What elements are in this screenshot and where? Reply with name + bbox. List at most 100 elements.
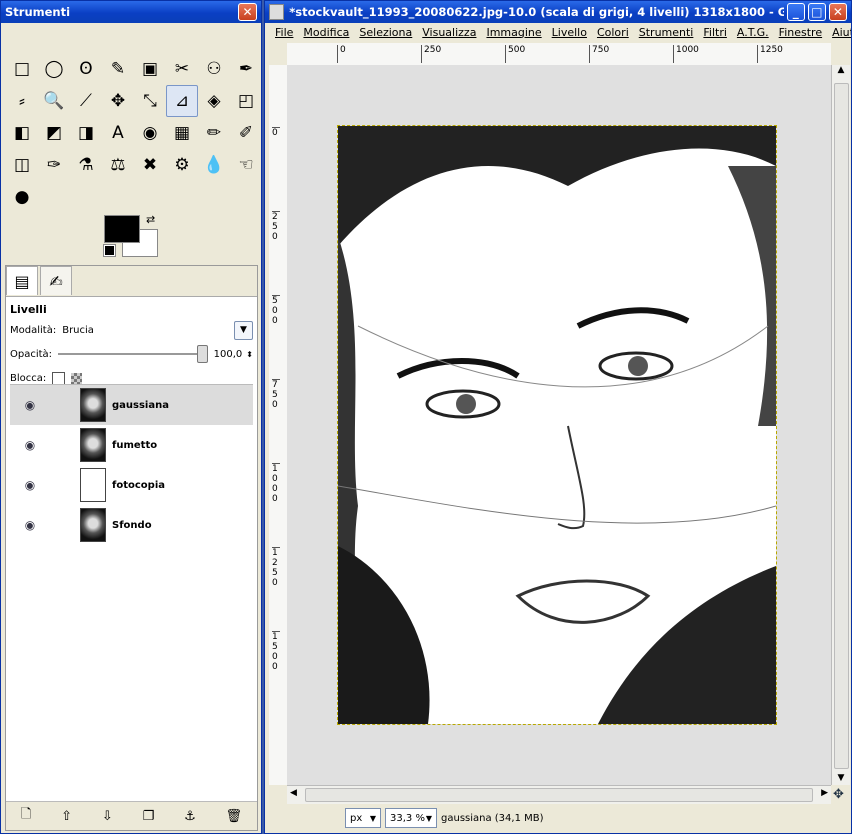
tool-5-icon[interactable]: ✂ [166, 53, 198, 85]
tab-layers[interactable]: ▤ [6, 266, 38, 295]
scroll-up-icon[interactable]: ▲ [832, 65, 850, 75]
menu-colori[interactable]: Colori [597, 26, 629, 39]
layer-thumbnail[interactable] [80, 468, 106, 502]
tool-25-icon[interactable]: ✑ [38, 149, 70, 181]
tool-31-icon[interactable]: ☜ [230, 149, 262, 181]
layer-name[interactable]: Sfondo [112, 520, 152, 531]
delete-layer-icon[interactable]: 🗑 [226, 809, 243, 824]
color-selector[interactable]: ⇄ [103, 213, 160, 259]
image-canvas[interactable] [337, 125, 777, 725]
visibility-eye-icon[interactable]: ◉ [10, 438, 50, 452]
zoom-select[interactable]: 33,3 % ▼ [385, 808, 437, 828]
new-layer-icon[interactable]: 🗋 [21, 805, 31, 827]
layer-thumbnail[interactable] [80, 388, 106, 422]
vertical-scrollbar[interactable]: ▲ ▼ [831, 65, 850, 785]
anchor-layer-icon[interactable]: ⚓ [184, 809, 196, 824]
tool-11-icon[interactable]: ✥ [102, 85, 134, 117]
lower-layer-icon[interactable]: ⇩ [102, 809, 113, 824]
scroll-down-icon[interactable]: ▼ [832, 773, 850, 783]
tool-23-icon[interactable]: ✐ [230, 117, 262, 149]
opacity-slider-handle[interactable] [196, 345, 208, 363]
tool-26-icon[interactable]: ⚗ [70, 149, 102, 181]
menu-modifica[interactable]: Modifica [303, 26, 349, 39]
foreground-color-swatch[interactable] [104, 215, 140, 243]
tool-16-icon[interactable]: ◧ [6, 117, 38, 149]
visibility-eye-icon[interactable]: ◉ [10, 478, 50, 492]
tool-28-icon[interactable]: ✖ [134, 149, 166, 181]
visibility-eye-icon[interactable]: ◉ [10, 398, 50, 412]
tool-18-icon[interactable]: ◨ [70, 117, 102, 149]
tool-0-icon[interactable]: □ [6, 53, 38, 85]
menu-aiuto[interactable]: Aiuto [832, 26, 851, 39]
tool-10-icon[interactable]: ⟋ [70, 85, 102, 117]
opacity-spin-icon[interactable]: ⬍ [246, 350, 253, 359]
unit-select[interactable]: px ▼ [345, 808, 381, 828]
tool-9-icon[interactable]: 🔍 [38, 85, 70, 117]
vertical-scroll-thumb[interactable] [834, 83, 849, 769]
menu-livello[interactable]: Livello [552, 26, 587, 39]
vertical-ruler[interactable]: 0 2 5 0 5 0 0 7 5 0 1 0 0 0 1 2 5 0 1 5 0 0 [269, 65, 288, 785]
tool-4-icon[interactable]: ▣ [134, 53, 166, 85]
menu-immagine[interactable]: Immagine [486, 26, 541, 39]
menu-atg[interactable]: A.T.G. [737, 26, 769, 39]
tool-17-icon[interactable]: ◩ [38, 117, 70, 149]
tool-32-icon[interactable]: ● [6, 181, 38, 213]
tool-8-icon[interactable]: ⸗ [6, 85, 38, 117]
tool-14-icon[interactable]: ◈ [198, 85, 230, 117]
tool-24-icon[interactable]: ◫ [6, 149, 38, 181]
menu-file[interactable]: File [275, 26, 293, 39]
scroll-right-icon[interactable]: ▶ [821, 788, 828, 798]
tool-1-icon[interactable]: ◯ [38, 53, 70, 85]
navigate-icon[interactable]: ✥ [833, 787, 844, 802]
menu-finestre[interactable]: Finestre [779, 26, 822, 39]
tool-3-icon[interactable]: ✎ [102, 53, 134, 85]
layer-row[interactable]: ◉ fotocopia [10, 465, 253, 505]
layer-thumbnail[interactable] [80, 508, 106, 542]
mode-value[interactable]: Brucia [62, 325, 94, 336]
tool-20-icon[interactable]: ◉ [134, 117, 166, 149]
scroll-left-icon[interactable]: ◀ [290, 788, 297, 798]
visibility-eye-icon[interactable]: ◉ [10, 518, 50, 532]
tool-7-icon[interactable]: ✒ [230, 53, 262, 85]
tool-27-icon[interactable]: ⚖ [102, 149, 134, 181]
horizontal-ruler[interactable]: 0 250 500 750 1000 1250 [287, 43, 831, 66]
tool-19-icon[interactable]: A [102, 117, 134, 149]
swap-colors-icon[interactable]: ⇄ [146, 213, 155, 226]
tool-29-icon[interactable]: ⚙ [166, 149, 198, 181]
tool-12-icon[interactable]: ⤡ [134, 85, 166, 117]
menu-strumenti[interactable]: Strumenti [639, 26, 694, 39]
layer-name[interactable]: fumetto [112, 440, 157, 451]
canvas-area[interactable] [287, 65, 831, 785]
toolbox-titlebar[interactable]: Strumenti ✕ [1, 1, 261, 23]
duplicate-layer-icon[interactable]: ❐ [143, 809, 155, 824]
horizontal-scrollbar[interactable]: ◀ ▶ [287, 785, 831, 804]
tool-6-icon[interactable]: ⚇ [198, 53, 230, 85]
opacity-value[interactable]: 100,0 [214, 349, 243, 360]
menu-visualizza[interactable]: Visualizza [422, 26, 476, 39]
minimize-button[interactable]: _ [786, 3, 805, 21]
tool-13-icon[interactable]: ⊿ [166, 85, 198, 117]
image-titlebar[interactable]: *stockvault_11993_20080622.jpg-10.0 (sca… [265, 1, 851, 23]
layer-row[interactable]: ◉ fumetto [10, 425, 253, 465]
layer-name[interactable]: gaussiana [112, 400, 169, 411]
tool-30-icon[interactable]: 💧 [198, 149, 230, 181]
default-colors-icon[interactable] [103, 244, 116, 257]
opacity-slider[interactable] [58, 345, 208, 363]
lock-alpha-checkbox[interactable] [71, 372, 83, 384]
tool-2-icon[interactable]: ʘ [70, 53, 102, 85]
toolbox-close-button[interactable]: ✕ [238, 3, 257, 21]
raise-layer-icon[interactable]: ⇧ [61, 809, 72, 824]
tool-21-icon[interactable]: ▦ [166, 117, 198, 149]
maximize-button[interactable]: □ [807, 3, 826, 21]
layer-name[interactable]: fotocopia [112, 480, 165, 491]
close-button[interactable]: ✕ [828, 3, 847, 21]
menu-seleziona[interactable]: Seleziona [359, 26, 412, 39]
horizontal-scroll-thumb[interactable] [305, 788, 813, 802]
mode-dropdown-chevron-down-icon[interactable]: ▼ [234, 320, 253, 340]
tool-22-icon[interactable]: ✏ [198, 117, 230, 149]
menu-filtri[interactable]: Filtri [703, 26, 727, 39]
layer-row[interactable]: ◉ gaussiana [10, 385, 253, 425]
layer-row[interactable]: ◉ Sfondo [10, 505, 253, 545]
tool-15-icon[interactable]: ◰ [230, 85, 262, 117]
lock-pixels-checkbox[interactable] [52, 371, 66, 385]
